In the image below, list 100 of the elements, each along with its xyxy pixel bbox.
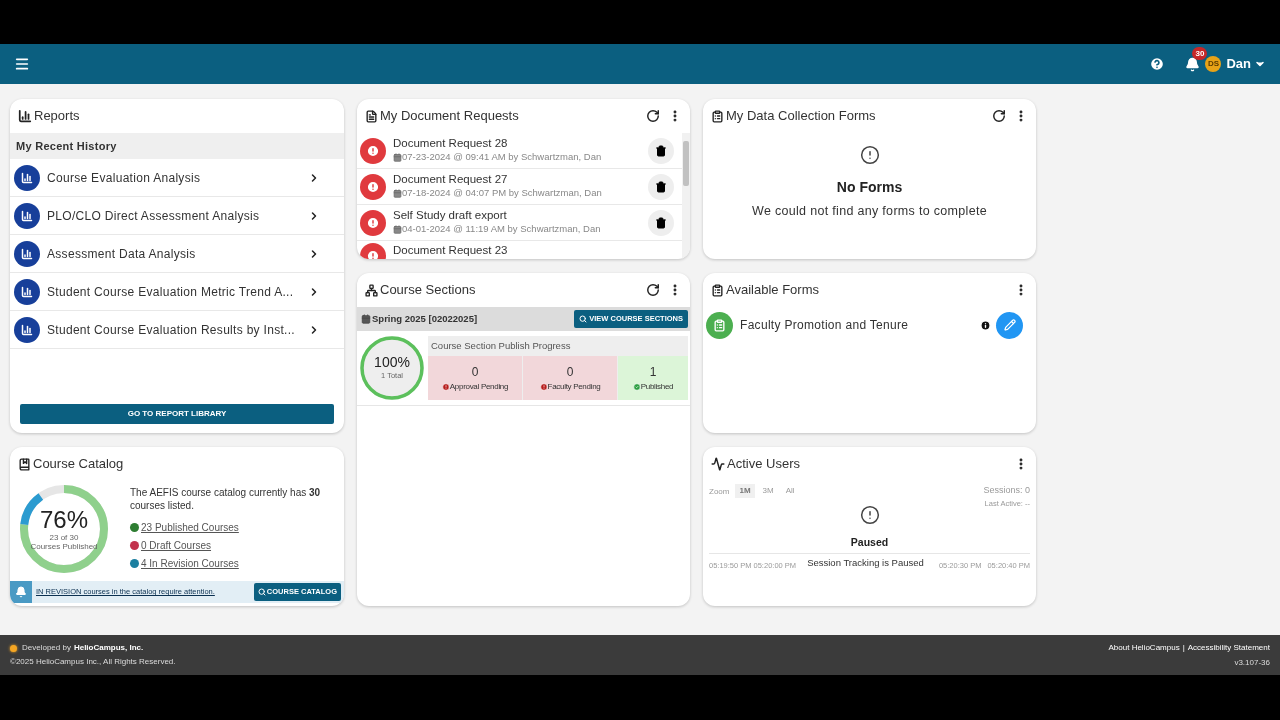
legend-link[interactable]: 23 Published Courses <box>141 520 239 535</box>
legend-link[interactable]: 4 In Revision Courses <box>141 556 239 571</box>
report-item[interactable]: Student Course Evaluation Results by Inst... <box>10 311 344 349</box>
copyright-text: ©2025 HelioCampus Inc., All Rights Reserved. <box>10 656 176 668</box>
zoom-option[interactable]: 1M <box>735 484 755 498</box>
user-menu-button[interactable]: Dan <box>1226 54 1266 74</box>
bar-chart-icon <box>18 109 32 123</box>
stage-count: 0 <box>566 364 574 382</box>
footer-link[interactable]: About HelioCampus <box>1108 641 1180 654</box>
request-title: Document Request 28 <box>393 136 509 151</box>
stage-label: Published <box>640 381 674 394</box>
chart-icon <box>14 240 40 267</box>
empty-text: We could not find any forms to complete <box>752 203 987 220</box>
avatar[interactable]: DS <box>1205 56 1222 72</box>
menu-icon[interactable] <box>14 56 30 72</box>
calendar-icon <box>361 314 371 324</box>
section-header: My Recent History <box>10 133 344 159</box>
refresh-icon[interactable] <box>646 109 660 123</box>
trend-line-icon <box>711 457 725 471</box>
request-meta: 04-01-2024 @ 11:19 AM by Schwartzman, Dan <box>402 222 601 237</box>
clipboard-icon <box>711 109 724 123</box>
document-request-item[interactable]: Self Study draft export 04-01-2024 @ 11:19 AM by Schwartzman, Dan <box>357 205 682 241</box>
report-title: PLO/CLO Direct Assessment Analysis <box>47 207 261 225</box>
clipboard-icon <box>711 283 724 297</box>
footer-link[interactable]: Accessibility Statement <box>1187 641 1270 654</box>
report-title: Student Course Evaluation Metric Trend A... <box>47 283 295 301</box>
chart-icon <box>14 278 40 305</box>
percent-value: 76% <box>39 507 88 533</box>
scrollbar[interactable] <box>682 133 690 259</box>
version-label: v3.107-36 <box>1234 656 1270 669</box>
calendar-icon <box>393 189 402 198</box>
status-text: Session Tracking is Paused <box>807 555 924 570</box>
chart-icon <box>14 316 40 343</box>
card-title: Reports <box>34 107 80 126</box>
info-circle-icon <box>859 504 880 525</box>
empty-title: No Forms <box>836 178 903 197</box>
info-icon[interactable] <box>980 319 991 331</box>
book-icon <box>18 457 31 471</box>
report-library-button[interactable]: GO TO REPORT LIBRARY <box>20 404 334 424</box>
stage-count: 1 <box>649 364 657 382</box>
info-circle-icon <box>859 145 880 165</box>
form-title: Faculty Promotion and Tenure <box>740 317 910 334</box>
calendar-icon <box>393 225 402 234</box>
document-icon <box>365 109 378 123</box>
report-item[interactable]: PLO/CLO Direct Assessment Analysis <box>10 197 344 235</box>
alert-icon <box>441 383 450 392</box>
sessions-count: Sessions: 0 <box>983 484 1030 497</box>
stage-count: 0 <box>471 364 479 382</box>
legend-link[interactable]: 0 Draft Courses <box>141 538 212 553</box>
delete-button[interactable] <box>648 137 674 164</box>
request-meta: 07-23-2024 @ 09:41 AM by Schwartzman, Dan <box>402 150 602 165</box>
sun-logo-icon <box>10 644 17 652</box>
delete-button[interactable] <box>648 209 674 236</box>
chart-icon <box>14 164 40 191</box>
alert-icon <box>360 209 386 236</box>
pencil-icon <box>1003 319 1016 331</box>
report-title: Course Evaluation Analysis <box>47 169 202 187</box>
edit-button[interactable] <box>996 311 1023 339</box>
form-item[interactable]: Faculty Promotion and Tenure <box>703 307 1036 343</box>
card-title: Available Forms <box>726 281 819 300</box>
status-title: Paused <box>850 534 889 550</box>
report-item[interactable]: Student Course Evaluation Metric Trend A... <box>10 273 344 311</box>
developed-by-label: Developed by <box>22 642 71 654</box>
notification-badge: 30 <box>1192 46 1208 60</box>
link-separator: | <box>1182 641 1185 654</box>
stage-label: Approval Pending <box>449 381 509 394</box>
check-icon <box>632 383 641 392</box>
alert-icon <box>360 137 386 164</box>
request-title: Document Request 27 <box>393 172 509 187</box>
progress-title: Course Section Publish Progress <box>430 338 572 353</box>
search-icon <box>579 315 588 323</box>
card-title: Active Users <box>727 455 800 474</box>
report-item[interactable]: Assessment Data Analysis <box>10 235 344 273</box>
network-icon <box>365 283 378 297</box>
published-count: 23 of 30 <box>49 533 79 542</box>
zoom-label: Zoom <box>709 486 730 498</box>
search-icon <box>257 588 266 596</box>
document-request-item[interactable]: Document Request 28 07-23-2024 @ 09:41 AM by Schwartzman, Dan <box>357 133 682 169</box>
trash-icon <box>655 216 667 229</box>
form-icon <box>706 311 733 339</box>
refresh-icon[interactable] <box>646 283 660 297</box>
trash-icon <box>655 144 667 157</box>
alert-icon <box>539 383 548 392</box>
card-title: Course Catalog <box>33 455 124 474</box>
refresh-icon[interactable] <box>992 109 1006 123</box>
company-name: HelioCampus, Inc. <box>73 642 144 654</box>
document-request-item[interactable]: Document Request 27 07-18-2024 @ 04:07 PM by Schwartzman, Dan <box>357 169 682 205</box>
help-icon[interactable] <box>1149 56 1166 72</box>
request-title: Self Study draft export <box>393 208 508 223</box>
percent-value: 100% <box>374 354 410 371</box>
card-title: My Document Requests <box>380 107 519 126</box>
trash-icon <box>655 180 667 193</box>
bell-icon[interactable] <box>1185 56 1201 72</box>
card-title: My Data Collection Forms <box>726 107 876 126</box>
delete-button[interactable] <box>648 173 674 200</box>
report-title: Assessment Data Analysis <box>47 245 197 263</box>
alert-icon <box>360 173 386 200</box>
report-item[interactable]: Course Evaluation Analysis <box>10 159 344 197</box>
stage-label: Faculty Pending <box>547 381 601 394</box>
published-label: Courses Published <box>30 542 98 551</box>
